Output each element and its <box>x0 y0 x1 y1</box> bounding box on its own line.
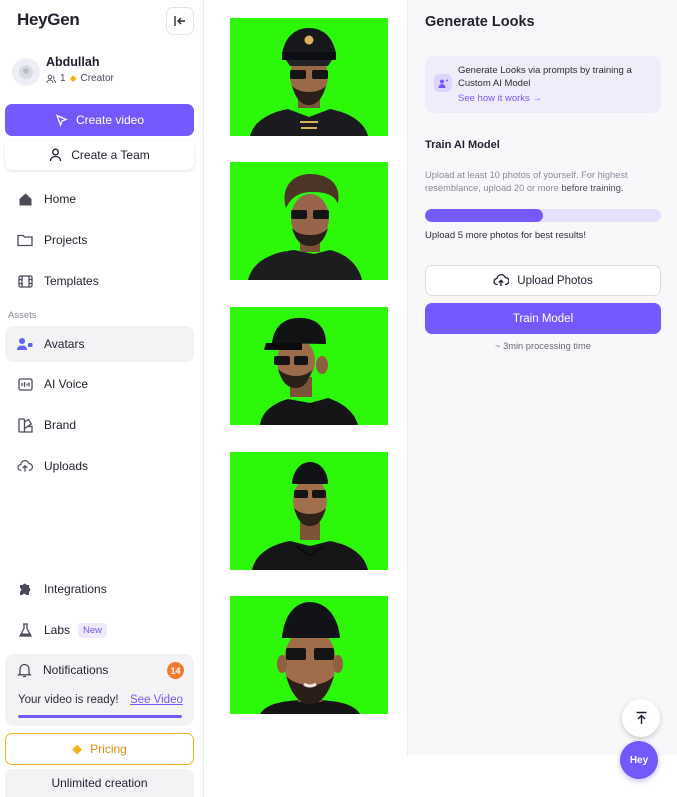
members-icon <box>46 74 56 83</box>
nav-label: Templates <box>44 274 99 288</box>
upload-photos-button[interactable]: Upload Photos <box>425 265 661 296</box>
create-team-button[interactable]: Create a Team <box>5 140 194 170</box>
flask-icon <box>17 622 33 638</box>
hey-assistant-button[interactable]: Hey <box>620 741 658 779</box>
user-profile[interactable]: Abdullah 1 ◆ Creator <box>10 52 195 92</box>
info-text: Generate Looks via prompts by training a… <box>458 65 632 89</box>
folder-icon <box>17 232 33 248</box>
unlimited-creation-banner[interactable]: Unlimited creation <box>5 769 194 797</box>
nav-item-templates[interactable]: Templates <box>5 263 194 299</box>
notifications-card[interactable]: Notifications 14 Your video is ready! Se… <box>5 654 194 726</box>
create-video-button[interactable]: Create video <box>5 104 194 136</box>
photo-card[interactable] <box>230 307 388 425</box>
pointer-icon <box>55 113 68 127</box>
generate-looks-panel: Generate Looks Generate Looks via prompt… <box>407 0 677 755</box>
user-name: Abdullah <box>46 55 100 69</box>
collapse-sidebar-button[interactable] <box>166 7 194 35</box>
film-icon <box>17 273 33 289</box>
notification-progress-bar <box>18 715 182 718</box>
puzzle-icon <box>17 581 33 597</box>
ai-person-icon <box>434 74 452 92</box>
diamond-icon: ◆ <box>72 741 83 756</box>
nav-label: Brand <box>44 418 77 432</box>
nav-item-home[interactable]: Home <box>5 181 194 217</box>
avatar-icon <box>17 336 33 352</box>
notifications-label: Notifications <box>43 663 109 677</box>
train-model-heading: Train AI Model <box>425 139 500 151</box>
upload-progress-bar <box>425 209 661 222</box>
upload-cloud-icon <box>17 458 33 474</box>
logo[interactable]: HeyGen <box>17 10 80 30</box>
photo-card[interactable] <box>230 162 388 280</box>
nav-label: Integrations <box>44 582 107 596</box>
photo-card[interactable] <box>230 452 388 570</box>
person-icon <box>50 148 62 162</box>
members-count: 1 <box>60 73 66 84</box>
nav-item-ai-voice[interactable]: AI Voice <box>5 366 194 402</box>
nav-label: Labs <box>44 623 71 637</box>
brand-icon <box>17 417 33 433</box>
pricing-button[interactable]: ◆ Pricing <box>5 733 194 765</box>
nav-item-brand[interactable]: Brand <box>5 407 194 443</box>
user-meta: 1 ◆ Creator <box>46 73 114 84</box>
collapse-icon <box>174 16 185 26</box>
nav-label: Avatars <box>44 337 85 351</box>
upload-photos-label: Upload Photos <box>517 274 593 287</box>
bell-icon <box>17 663 32 678</box>
train-model-description: Upload at least 10 photos of yourself. F… <box>425 169 657 195</box>
nav-item-projects[interactable]: Projects <box>5 222 194 258</box>
processing-time: ~ 3min processing time <box>495 341 591 351</box>
home-icon <box>17 191 33 207</box>
person-photo <box>248 174 362 280</box>
photo-card[interactable] <box>230 596 388 714</box>
train-desc-emphasis: before training. <box>561 183 624 193</box>
nav-item-labs[interactable]: Labs New <box>5 612 194 648</box>
progress-note: Upload 5 more photos for best results! <box>425 230 587 241</box>
info-banner: Generate Looks via prompts by training a… <box>425 56 661 113</box>
see-how-it-works-link[interactable]: See how it works → <box>458 93 542 104</box>
panel-title: Generate Looks <box>425 14 535 30</box>
nav-label: Projects <box>44 233 88 247</box>
upload-progress-fill <box>425 209 543 222</box>
avatar <box>12 58 40 86</box>
assets-section-label: Assets <box>8 310 37 321</box>
nav-item-integrations[interactable]: Integrations <box>5 571 194 607</box>
diamond-icon: ◆ <box>69 73 77 83</box>
user-avatar-icon <box>19 65 33 79</box>
see-video-link[interactable]: See Video <box>130 694 183 706</box>
scroll-to-top-button[interactable] <box>622 699 660 737</box>
nav-label: Uploads <box>44 459 89 473</box>
nav-item-avatars[interactable]: Avatars <box>5 326 194 362</box>
person-photo <box>260 602 360 714</box>
voice-icon <box>17 376 33 392</box>
photo-card[interactable] <box>230 18 388 136</box>
arrow-up-icon <box>636 711 646 724</box>
upload-cloud-icon <box>493 274 510 286</box>
person-photo <box>250 28 368 136</box>
nav-label: AI Voice <box>44 377 89 391</box>
plan-name: Creator <box>80 73 114 84</box>
person-photo <box>260 317 358 425</box>
pricing-label: Pricing <box>90 742 127 756</box>
create-video-label: Create video <box>75 113 145 127</box>
notifications-header: Notifications 14 <box>17 660 184 680</box>
nav-item-uploads[interactable]: Uploads <box>5 448 194 484</box>
notification-count-badge: 14 <box>167 662 184 679</box>
create-team-label: Create a Team <box>71 148 150 162</box>
train-model-button[interactable]: Train Model <box>425 303 661 334</box>
new-badge: New <box>78 622 108 638</box>
sidebar: HeyGen Abdullah 1 ◆ Creator Create video… <box>0 0 204 797</box>
notification-message: Your video is ready! <box>18 694 119 706</box>
nav-label: Home <box>44 192 77 206</box>
person-photo <box>252 462 368 570</box>
